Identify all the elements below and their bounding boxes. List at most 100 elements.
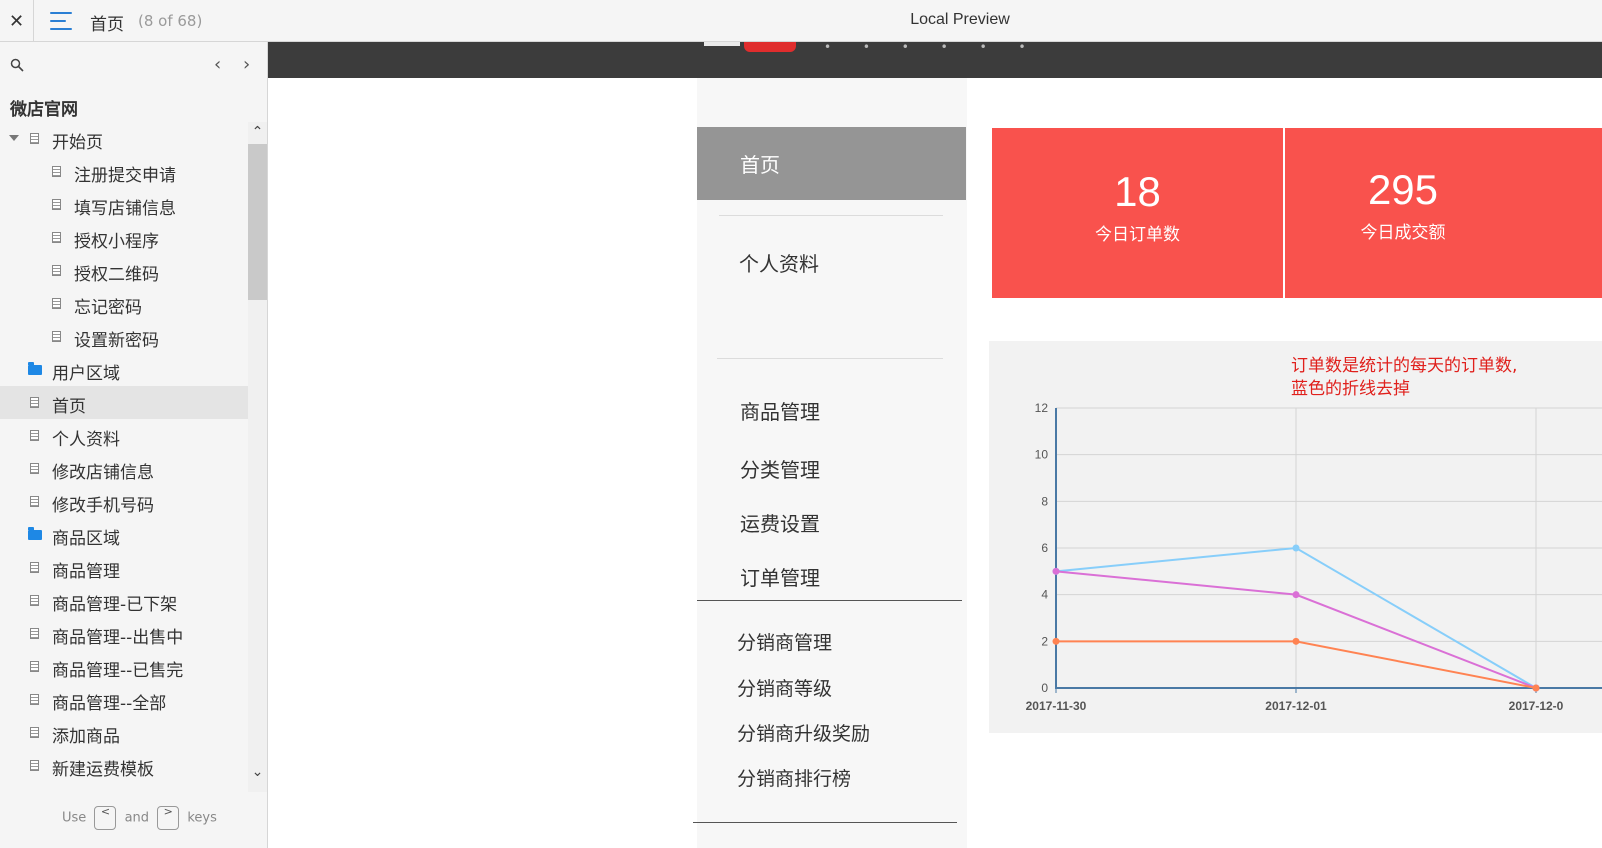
sidebar-page-item[interactable]: 商品管理--出售中: [0, 617, 248, 650]
sidebar-page-item[interactable]: 个人资料: [0, 419, 248, 452]
chevron-right-icon[interactable]: ›: [243, 54, 250, 75]
sidebar-folder[interactable]: 商品区域: [0, 518, 248, 551]
sidebar: ‹ › 微店官网 开始页 注册提交申请填写店铺信息 授权小程序授权二维码忘记密码 设置…: [0, 42, 268, 848]
stat-value: 295: [1367, 166, 1439, 213]
divider: [697, 600, 962, 601]
next-key-icon: >: [157, 806, 180, 830]
menu-item-distributor-rewards[interactable]: 分销商升级奖励: [737, 719, 870, 746]
page-icon: [30, 397, 39, 408]
y-tick-label: 12: [1035, 401, 1049, 415]
sidebar-page-item[interactable]: 首页: [0, 386, 248, 419]
sidebar-page-item[interactable]: 填写店铺信息: [0, 188, 248, 221]
sidebar-page-item[interactable]: 商品管理: [0, 551, 248, 584]
chevron-left-icon[interactable]: ‹: [214, 54, 221, 75]
x-tick-label: 2017-12-01: [1265, 699, 1327, 713]
data-point: [1292, 637, 1300, 645]
sidebar-item-label: 新建运费模板: [52, 760, 154, 780]
y-tick-label: 8: [1041, 494, 1048, 508]
page-icon: [30, 727, 39, 738]
menu-item-products[interactable]: 商品管理: [740, 396, 820, 425]
window-title: Local Preview: [910, 11, 1010, 28]
caret-down-icon[interactable]: [9, 135, 19, 141]
sidebar-item-label: 商品管理: [52, 562, 120, 582]
y-tick-label: 2: [1041, 634, 1048, 648]
sidebar-item-label: 填写店铺信息: [74, 199, 176, 219]
sidebar-page-item[interactable]: 商品管理--已售完: [0, 650, 248, 683]
page-icon: [30, 463, 39, 474]
page-icon: [52, 166, 61, 177]
stat-card-orders: 18 今日订单数: [992, 128, 1283, 298]
sidebar-page-item[interactable]: 商品管理--全部: [0, 683, 248, 716]
menu-item-orders[interactable]: 订单管理: [740, 562, 820, 591]
page-icon: [52, 232, 61, 243]
sidebar-page-item[interactable]: 添加商品: [0, 716, 248, 749]
page-icon: [52, 199, 61, 210]
menu-item-distributor-ranking[interactable]: 分销商排行榜: [737, 764, 851, 791]
scroll-down-icon[interactable]: ⌄: [248, 764, 267, 780]
divider: [693, 822, 957, 823]
menu-item-categories[interactable]: 分类管理: [740, 454, 820, 483]
data-point: [1532, 684, 1540, 692]
page-icon: [52, 331, 61, 342]
y-tick-label: 10: [1035, 448, 1049, 462]
sidebar-item-label: 授权二维码: [74, 265, 159, 285]
site-logo: [744, 42, 796, 52]
page-icon: [52, 298, 61, 309]
menu-item-distributors[interactable]: 分销商管理: [737, 628, 832, 655]
menu-icon[interactable]: [50, 12, 72, 30]
stat-card-revenue: 295 今日成交额: [1285, 128, 1602, 298]
sidebar-page-item[interactable]: 修改手机号码: [0, 485, 248, 518]
data-point: [1292, 544, 1300, 552]
sidebar-page-item[interactable]: 商品管理-已下架: [0, 584, 248, 617]
y-tick-label: 0: [1041, 681, 1048, 695]
divider: [717, 358, 943, 359]
stat-label: 今日订单数: [1095, 225, 1180, 245]
sidebar-item-label: 商品管理--全部: [52, 694, 167, 714]
sidebar-page-item[interactable]: 新建运费模板: [0, 749, 248, 782]
site-title: 微店官网: [10, 100, 78, 120]
data-point: [1292, 591, 1300, 599]
scroll-up-icon[interactable]: ⌃: [248, 124, 267, 140]
page-icon: [52, 265, 61, 276]
sidebar-item-label: 忘记密码: [74, 298, 142, 318]
sidebar-page-item[interactable]: 设置新密码: [0, 320, 248, 353]
menu-item-shipping[interactable]: 运费设置: [740, 508, 820, 537]
sidebar-item-label: 修改手机号码: [52, 496, 154, 516]
sidebar-item-label: 商品区域: [52, 529, 120, 549]
sidebar-page-item[interactable]: 开始页: [0, 122, 248, 155]
menu-item-profile[interactable]: 个人资料: [739, 248, 819, 277]
menu-item-distributor-levels[interactable]: 分销商等级: [737, 674, 832, 701]
page-icon: [30, 430, 39, 441]
page-tree: 开始页 注册提交申请填写店铺信息 授权小程序授权二维码忘记密码 设置新密码用户区域 首页…: [0, 122, 248, 782]
current-page-name: 首页: [90, 15, 124, 35]
page-icon: [30, 595, 39, 606]
sidebar-item-label: 修改店铺信息: [52, 463, 154, 483]
sidebar-item-label: 个人资料: [52, 430, 120, 450]
sidebar-item-label: 开始页: [52, 133, 103, 153]
page-icon: [30, 496, 39, 507]
sidebar-page-item[interactable]: 修改店铺信息: [0, 452, 248, 485]
scrollbar-thumb[interactable]: [248, 144, 267, 300]
page-icon: [30, 133, 39, 144]
page-icon: [30, 628, 39, 639]
page-count: (8 of 68): [138, 12, 203, 30]
menu-item-home[interactable]: 首页: [697, 127, 966, 200]
preview-area: • • • • • • 首页 个人资料 商品管理 分类管理 运费设置 订单管理 …: [268, 42, 1602, 848]
y-tick-label: 6: [1041, 541, 1048, 555]
sidebar-page-item[interactable]: 授权小程序: [0, 221, 248, 254]
page-icon: [30, 760, 39, 771]
close-button[interactable]: ✕: [0, 0, 34, 42]
sidebar-folder[interactable]: 用户区域: [0, 353, 248, 386]
data-point: [1052, 567, 1060, 575]
sidebar-item-label: 商品管理--已售完: [52, 661, 184, 681]
sidebar-item-label: 商品管理-已下架: [52, 595, 178, 615]
sidebar-page-item[interactable]: 注册提交申请: [0, 155, 248, 188]
y-tick-label: 4: [1041, 588, 1048, 602]
search-icon[interactable]: [10, 58, 24, 72]
page-icon: [30, 694, 39, 705]
annotation-note: 订单数是统计的每天的订单数, 蓝色的折线去掉: [1291, 356, 1518, 399]
sidebar-page-item[interactable]: 授权二维码: [0, 254, 248, 287]
orders-chart-panel: 0 2 4 6 8 10 12 2017-11-30 2017-12-01 2017-12-0 订…: [989, 341, 1602, 733]
sidebar-item-label: 用户区域: [52, 364, 120, 384]
sidebar-page-item[interactable]: 忘记密码: [0, 287, 248, 320]
